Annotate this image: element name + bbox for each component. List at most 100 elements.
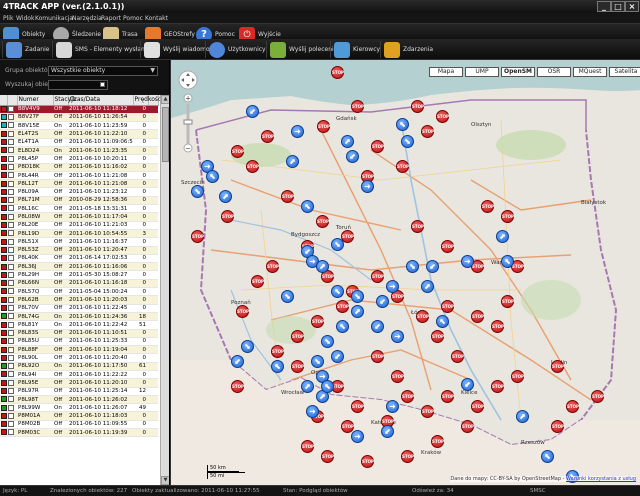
table-row[interactable]: P8L16C Off 2011-05-18 13:31:31 0 xyxy=(0,204,158,214)
stopped-vehicle-marker[interactable]: STOP xyxy=(236,305,249,318)
stopped-vehicle-marker[interactable]: STOP xyxy=(441,300,454,313)
table-row[interactable]: P8L90L Off 2011-06-10 11:20:40 0 xyxy=(0,353,158,363)
moving-vehicle-marker[interactable]: ⬋ xyxy=(461,378,474,391)
moving-vehicle-marker[interactable]: ⬊ xyxy=(351,290,364,303)
stopped-vehicle-marker[interactable]: STOP xyxy=(371,140,384,153)
row-checkbox[interactable] xyxy=(7,395,17,405)
table-row[interactable]: P8L95E Off 2011-06-10 11:20:10 0 xyxy=(0,378,158,388)
table-row[interactable]: P8L74G On 2011-06-10 11:24:36 18 xyxy=(0,312,158,322)
moving-vehicle-marker[interactable]: ➜ xyxy=(461,255,474,268)
row-checkbox[interactable] xyxy=(7,345,17,355)
stopped-vehicle-marker[interactable]: STOP xyxy=(491,380,504,393)
row-checkbox[interactable] xyxy=(7,337,17,347)
stopped-vehicle-marker[interactable]: STOP xyxy=(361,455,374,468)
moving-vehicle-marker[interactable]: ⬊ xyxy=(331,238,344,251)
row-checkbox[interactable] xyxy=(7,353,17,363)
drivers-button[interactable]: Kierowcy xyxy=(330,41,380,58)
row-checkbox[interactable] xyxy=(7,163,17,172)
stopped-vehicle-marker[interactable]: STOP xyxy=(391,370,404,383)
row-checkbox[interactable] xyxy=(7,146,17,156)
table-row[interactable]: P8L99W On 2011-06-10 11:26:07 49 xyxy=(0,403,158,413)
row-checkbox[interactable] xyxy=(7,312,17,322)
users-button[interactable]: Użytkownicy xyxy=(205,41,266,58)
stopped-vehicle-marker[interactable]: STOP xyxy=(441,390,454,403)
stopped-vehicle-marker[interactable]: STOP xyxy=(551,360,564,373)
terms-link[interactable]: Warunki korzystania z usług xyxy=(566,476,636,482)
table-row[interactable]: P8L12T Off 2011-06-10 11:21:08 0 xyxy=(0,179,158,189)
map-type-osr[interactable]: OSR xyxy=(537,67,571,77)
row-checkbox[interactable] xyxy=(7,237,17,247)
stopped-vehicle-marker[interactable]: STOP xyxy=(421,125,434,138)
table-row[interactable]: P8L92O On 2011-06-10 11:17:50 61 xyxy=(0,362,158,372)
table-row[interactable]: P8L83S Off 2011-06-10 11:10:51 0 xyxy=(0,329,158,338)
send-command-button[interactable]: Wyślij polecenie xyxy=(266,41,337,58)
map-type-satelita[interactable]: Satelita xyxy=(609,67,640,77)
table-row[interactable]: P8M02B Off 2011-06-10 11:09:55 0 xyxy=(0,420,158,430)
stopped-vehicle-marker[interactable]: STOP xyxy=(316,215,329,228)
table-row[interactable]: P8M01A Off 2011-06-10 11:18:03 0 xyxy=(0,411,158,421)
search-toggle-icon[interactable] xyxy=(100,82,105,87)
map-type-ump[interactable]: UMP xyxy=(465,67,499,77)
moving-vehicle-marker[interactable]: ⬋ xyxy=(231,355,244,368)
table-row[interactable]: P8L81Y On 2011-06-10 11:22:42 51 xyxy=(0,320,158,330)
table-row[interactable]: P8L94I Off 2011-06-10 11:22:22 0 xyxy=(0,370,158,380)
menu-widok[interactable]: Widok xyxy=(16,15,34,22)
moving-vehicle-marker[interactable]: ⬉ xyxy=(541,450,554,463)
row-checkbox[interactable] xyxy=(7,329,17,338)
stopped-vehicle-marker[interactable]: STOP xyxy=(291,360,304,373)
moving-vehicle-marker[interactable]: ⬋ xyxy=(376,295,389,308)
row-checkbox[interactable] xyxy=(7,196,17,206)
stopped-vehicle-marker[interactable]: STOP xyxy=(471,310,484,323)
row-checkbox[interactable] xyxy=(7,171,17,181)
moving-vehicle-marker[interactable]: ⬊ xyxy=(406,260,419,273)
stopped-vehicle-marker[interactable]: STOP xyxy=(471,400,484,413)
stopped-vehicle-marker[interactable]: STOP xyxy=(246,160,259,173)
stopped-vehicle-marker[interactable]: STOP xyxy=(441,240,454,253)
row-checkbox[interactable] xyxy=(7,221,17,230)
row-checkbox[interactable] xyxy=(7,204,17,214)
stopped-vehicle-marker[interactable]: STOP xyxy=(291,330,304,343)
table-row[interactable]: P8L09A Off 2011-06-10 11:23:12 0 xyxy=(0,187,158,197)
row-checkbox[interactable] xyxy=(7,246,17,255)
stopped-vehicle-marker[interactable]: STOP xyxy=(336,300,349,313)
table-row[interactable]: P8L20E Off 2011-06-10 11:21:03 0 xyxy=(0,221,158,230)
table-scrollbar[interactable]: ▲ ▼ xyxy=(160,95,169,485)
header-time[interactable]: Czas/Data xyxy=(68,95,134,106)
moving-vehicle-marker[interactable]: ➜ xyxy=(351,430,364,443)
moving-vehicle-marker[interactable]: ⬊ xyxy=(321,335,334,348)
close-button[interactable]: × xyxy=(625,1,639,12)
moving-vehicle-marker[interactable]: ⬈ xyxy=(421,280,434,293)
moving-vehicle-marker[interactable]: ⬉ xyxy=(336,320,349,333)
group-select[interactable]: Wszystkie obiekty ▼ xyxy=(48,66,158,76)
moving-vehicle-marker[interactable]: ⬉ xyxy=(271,360,284,373)
table-row[interactable]: P8L88F Off 2011-06-10 11:19:04 0 xyxy=(0,345,158,355)
table-row[interactable]: EL4T1A Off 2011-06-10 11:09:06:50 0 xyxy=(0,138,158,148)
search-input[interactable] xyxy=(48,80,108,90)
table-row[interactable]: EL4T2S Off 2011-06-10 11:22:10 0 xyxy=(0,129,158,139)
header-speed[interactable]: Prędkość xyxy=(133,95,161,106)
stopped-vehicle-marker[interactable]: STOP xyxy=(401,450,414,463)
moving-vehicle-marker[interactable]: ⬋ xyxy=(381,425,394,438)
menu-narzedzia[interactable]: Narzędzia xyxy=(72,15,102,22)
row-checkbox[interactable] xyxy=(7,212,17,222)
scroll-down-arrow[interactable]: ▼ xyxy=(161,476,169,485)
stopped-vehicle-marker[interactable]: STOP xyxy=(431,330,444,343)
moving-vehicle-marker[interactable]: ⬈ xyxy=(351,305,364,318)
row-checkbox[interactable] xyxy=(7,411,17,421)
stopped-vehicle-marker[interactable]: STOP xyxy=(231,380,244,393)
stopped-vehicle-marker[interactable]: STOP xyxy=(416,310,429,323)
moving-vehicle-marker[interactable]: ⬈ xyxy=(286,155,299,168)
table-row[interactable]: P8D18K Off 2011-06-10 11:16:02 0 xyxy=(0,163,158,172)
stopped-vehicle-marker[interactable]: STOP xyxy=(371,270,384,283)
row-checkbox[interactable] xyxy=(7,105,17,114)
stopped-vehicle-marker[interactable]: STOP xyxy=(351,100,364,113)
stopped-vehicle-marker[interactable]: STOP xyxy=(436,110,449,123)
stopped-vehicle-marker[interactable]: STOP xyxy=(396,160,409,173)
row-checkbox[interactable] xyxy=(7,187,17,197)
row-checkbox[interactable] xyxy=(7,279,17,289)
moving-vehicle-marker[interactable]: ➜ xyxy=(306,405,319,418)
row-checkbox[interactable] xyxy=(7,270,17,280)
stopped-vehicle-marker[interactable]: STOP xyxy=(491,320,504,333)
table-row[interactable]: B8V4V9 Off 2011-06-10 11:18:12 0 xyxy=(0,105,158,114)
moving-vehicle-marker[interactable]: ⬈ xyxy=(496,230,509,243)
